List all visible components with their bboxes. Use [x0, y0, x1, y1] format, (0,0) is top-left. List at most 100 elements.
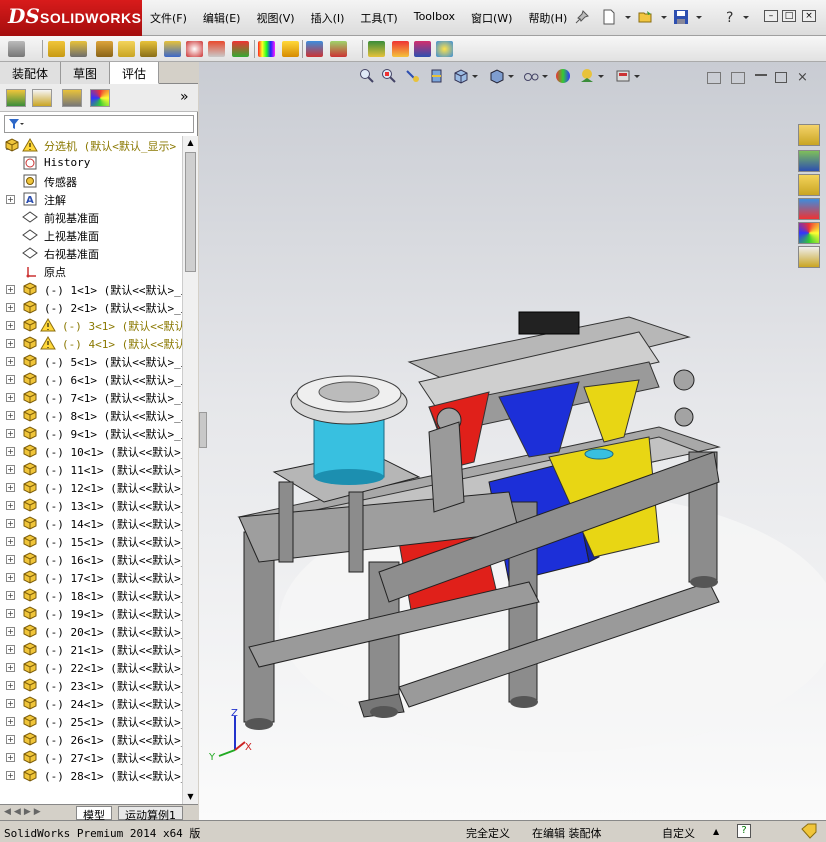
tree-item-part[interactable]: + (-) 3<1> (默认<<默认 — [0, 316, 182, 334]
scrollbar-thumb[interactable] — [185, 152, 196, 272]
tree-item-part[interactable]: + (-) 15<1> (默认<<默认>_ — [0, 532, 182, 550]
menu-help[interactable]: 帮助(H) — [528, 10, 567, 26]
feature-manager-tree-icon[interactable] — [6, 89, 26, 107]
tree-item-part[interactable]: + (-) 24<1> (默认<<默认>_ — [0, 694, 182, 712]
measure-icon[interactable] — [8, 41, 25, 57]
chevron-down-icon[interactable] — [660, 9, 668, 25]
expand-toggle-icon[interactable]: + — [6, 321, 15, 330]
tree-item-part[interactable]: + (-) 28<1> (默认<<默认>_ — [0, 766, 182, 784]
expand-toggle-icon[interactable]: + — [6, 303, 15, 312]
pushpin-icon[interactable] — [574, 9, 590, 25]
instant3d-icon[interactable] — [368, 41, 385, 57]
menu-file[interactable]: 文件(F) — [150, 10, 187, 26]
tab-model[interactable]: 模型 — [76, 806, 112, 822]
assembly-features-icon[interactable] — [186, 41, 203, 57]
expand-toggle-icon[interactable]: + — [6, 519, 15, 528]
tree-item-part[interactable]: + (-) 10<1> (默认<<默认>_ — [0, 442, 182, 460]
expand-toggle-icon[interactable]: + — [6, 645, 15, 654]
filter-icon[interactable] — [8, 118, 24, 130]
graphics-area[interactable]: × Z Y X — [199, 62, 826, 820]
expand-toggle-icon[interactable]: + — [6, 753, 15, 762]
tree-item-part[interactable]: + (-) 22<1> (默认<<默认>_ — [0, 658, 182, 676]
unit-system-arrow-icon[interactable]: ▲ — [713, 827, 719, 836]
expand-toggle-icon[interactable]: + — [6, 483, 15, 492]
menu-edit[interactable]: 编辑(E) — [203, 10, 241, 26]
tree-item-part[interactable]: + (-) 18<1> (默认<<默认>_ — [0, 586, 182, 604]
tree-item-part[interactable]: + (-) 14<1> (默认<<默认>_ — [0, 514, 182, 532]
tree-item-part[interactable]: + (-) 9<1> (默认<<默认>_显 — [0, 424, 182, 442]
tab-assembly[interactable]: 装配体 — [0, 62, 62, 84]
tree-item-plane[interactable]: 前视基准面 — [0, 208, 182, 226]
tree-item-origin[interactable]: 原点 — [0, 262, 182, 280]
expand-toggle-icon[interactable]: + — [6, 357, 15, 366]
expand-toggle-icon[interactable]: + — [6, 537, 15, 546]
display-states-icon[interactable] — [414, 41, 431, 57]
expand-toggle-icon[interactable]: + — [6, 429, 15, 438]
save-icon[interactable] — [673, 9, 689, 25]
tree-item-part[interactable]: + (-) 27<1> (默认<<默认>_ — [0, 748, 182, 766]
reference-geometry-icon[interactable] — [208, 41, 225, 57]
restore-button[interactable]: □ — [782, 10, 796, 22]
expand-toggle-icon[interactable]: + — [6, 663, 15, 672]
tab-motion-study[interactable]: 运动算例1 — [118, 806, 183, 822]
tree-item-part[interactable]: + (-) 8<1> (默认<<默认>_显 — [0, 406, 182, 424]
display-manager-icon[interactable] — [90, 89, 110, 107]
sorting-machine-model[interactable] — [199, 62, 826, 820]
tab-sketch[interactable]: 草图 — [61, 62, 111, 84]
solidworks-resources-icon[interactable] — [798, 124, 820, 146]
show-hidden-icon[interactable] — [164, 41, 181, 57]
warning-icon[interactable] — [282, 41, 299, 57]
tree-item-annotation[interactable]: + A 注解 — [0, 190, 182, 208]
expand-toggle-icon[interactable]: + — [6, 501, 15, 510]
move-component-icon[interactable] — [140, 41, 157, 57]
appearances-scenes-icon[interactable] — [798, 222, 820, 244]
tree-filter-input[interactable] — [4, 115, 194, 133]
menu-window[interactable]: 窗口(W) — [471, 10, 512, 26]
tree-item-part[interactable]: + (-) 12<1> (默认<<默认>_ — [0, 478, 182, 496]
expand-toggle-icon[interactable]: + — [6, 375, 15, 384]
expand-toggle-icon[interactable]: + — [6, 465, 15, 474]
tree-item-sensor[interactable]: 传感器 — [0, 172, 182, 190]
exploded-view-icon[interactable] — [330, 41, 347, 57]
menu-view[interactable]: 视图(V) — [256, 10, 294, 26]
tree-item-part[interactable]: + (-) 11<1> (默认<<默认>_ — [0, 460, 182, 478]
tree-item-part[interactable]: + (-) 17<1> (默认<<默认>_ — [0, 568, 182, 586]
file-explorer-icon[interactable] — [798, 174, 820, 196]
tree-item-part[interactable]: + (-) 25<1> (默认<<默认>_ — [0, 712, 182, 730]
tree-item-part[interactable]: + (-) 13<1> (默认<<默认>_ — [0, 496, 182, 514]
tree-item-part[interactable]: + (-) 16<1> (默认<<默认>_ — [0, 550, 182, 568]
expand-toggle-icon[interactable]: + — [6, 195, 15, 204]
tree-item-part[interactable]: + (-) 6<1> (默认<<默认>_显 — [0, 370, 182, 388]
large-assembly-icon[interactable] — [392, 41, 409, 57]
expand-toggle-icon[interactable]: + — [6, 411, 15, 420]
expand-toggle-icon[interactable]: + — [6, 573, 15, 582]
menu-insert[interactable]: 插入(I) — [311, 10, 345, 26]
tree-item-plane[interactable]: 上视基准面 — [0, 226, 182, 244]
new-motion-study-icon[interactable] — [232, 41, 249, 57]
minimize-button[interactable]: – — [764, 10, 778, 22]
tree-item-part[interactable]: + (-) 20<1> (默认<<默认>_ — [0, 622, 182, 640]
expand-toggle-icon[interactable]: + — [6, 699, 15, 708]
tree-item-history[interactable]: History — [0, 154, 182, 172]
tree-item-part[interactable]: + (-) 2<1> (默认<<默认>_显 — [0, 298, 182, 316]
render-tools-icon[interactable] — [436, 41, 453, 57]
scroll-up-icon[interactable]: ▲ — [185, 138, 196, 150]
tree-item-part[interactable]: + (-) 23<1> (默认<<默认>_ — [0, 676, 182, 694]
solidworks-logo[interactable]: DS SOLIDWORKS — [0, 0, 142, 36]
tree-item-part[interactable]: + (-) 26<1> (默认<<默认>_ — [0, 730, 182, 748]
chevron-down-icon[interactable] — [624, 9, 632, 25]
custom-properties-icon[interactable] — [798, 246, 820, 268]
new-document-icon[interactable] — [601, 9, 617, 25]
open-folder-icon[interactable] — [638, 9, 654, 25]
close-button[interactable]: × — [802, 10, 816, 22]
rebuild-status-icon[interactable]: ? — [737, 824, 751, 838]
expand-toggle-icon[interactable]: + — [6, 609, 15, 618]
tree-item-part[interactable]: + (-) 4<1> (默认<<默认 — [0, 334, 182, 352]
bill-of-materials-icon[interactable] — [306, 41, 323, 57]
smart-fasteners-icon[interactable] — [118, 41, 135, 57]
tree-item-part[interactable]: + (-) 7<1> (默认<<默认>_显 — [0, 388, 182, 406]
tree-item-part[interactable]: + (-) 1<1> (默认<<默认>_显 — [0, 280, 182, 298]
unit-system[interactable]: 自定义 — [662, 825, 695, 841]
expand-toggle-icon[interactable]: + — [6, 285, 15, 294]
tree-item-part[interactable]: + (-) 5<1> (默认<<默认>_显 — [0, 352, 182, 370]
